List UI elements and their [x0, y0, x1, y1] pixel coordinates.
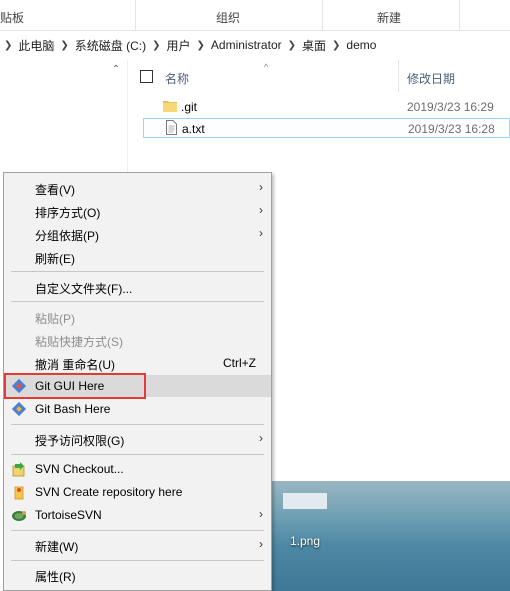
image-thumbnail[interactable] [283, 493, 327, 509]
menu-item-label: Git GUI Here [35, 379, 105, 393]
menu-separator [11, 454, 264, 455]
breadcrumb[interactable]: ❯ 此电脑 ❯ 系统磁盘 (C:) ❯ 用户 ❯ Administrator ❯… [0, 33, 510, 57]
menu-item-sort-by[interactable]: 排序方式(O) › [4, 200, 271, 222]
menu-item-label: SVN Checkout... [35, 462, 124, 476]
menu-item-properties[interactable]: 属性(R) [4, 564, 271, 586]
menu-item-give-access[interactable]: 授予访问权限(G) › [4, 428, 271, 450]
menu-item-label: 撤消 重命名(U) [35, 358, 115, 372]
menu-item-paste-shortcut[interactable]: 粘贴快捷方式(S) [4, 329, 271, 351]
menu-item-paste[interactable]: 粘贴(P) [4, 306, 271, 328]
column-header-date-modified[interactable]: 修改日期 [407, 70, 455, 87]
file-date-modified: 2019/3/23 16:28 [408, 122, 495, 136]
file-name: .git [181, 100, 198, 114]
menu-item-label: 粘贴(P) [35, 312, 75, 326]
ribbon-divider [322, 0, 323, 30]
menu-item-label: 分组依据(P) [35, 229, 99, 243]
submenu-arrow-icon: › [259, 180, 263, 194]
breadcrumb-users[interactable]: 用户 [167, 37, 191, 54]
menu-item-group-by[interactable]: 分组依据(P) › [4, 223, 271, 245]
nav-pane-divider [127, 60, 128, 180]
menu-item-label: 自定义文件夹(F)... [35, 282, 133, 296]
menu-item-label: 粘贴快捷方式(S) [35, 335, 123, 349]
menu-separator [11, 301, 264, 302]
chevron-right-icon[interactable]: ❯ [4, 40, 12, 51]
sort-ascending-icon: ^ [264, 62, 269, 72]
svn-create-repo-icon [14, 486, 24, 500]
submenu-arrow-icon: › [259, 537, 263, 551]
chevron-right-icon[interactable]: ❯ [332, 40, 340, 51]
tortoisesvn-icon [12, 511, 26, 521]
menu-item-tortoisesvn[interactable]: TortoiseSVN › [4, 504, 271, 526]
ribbon-group-organize: 组织 [216, 11, 241, 25]
menu-item-label: 新建(W) [35, 540, 79, 554]
breadcrumb-desktop[interactable]: 桌面 [302, 37, 326, 54]
chevron-right-icon[interactable]: ❯ [60, 40, 68, 51]
menu-item-label: SVN Create repository here [35, 485, 183, 499]
desktop-file-label[interactable]: 1.png [290, 534, 320, 548]
breadcrumb-system-disk[interactable]: 系统磁盘 (C:) [75, 37, 146, 54]
chevron-right-icon[interactable]: ❯ [197, 40, 205, 51]
submenu-arrow-icon: › [259, 226, 263, 240]
file-row-git[interactable]: .git 2019/3/23 16:29 [143, 97, 510, 117]
folder-icon [163, 101, 177, 112]
text-file-icon [166, 120, 177, 135]
chevron-right-icon[interactable]: ❯ [288, 40, 296, 51]
menu-item-undo-rename[interactable]: 撤消 重命名(U) Ctrl+Z [4, 352, 271, 374]
menu-item-customize-folder[interactable]: 自定义文件夹(F)... [4, 276, 271, 298]
submenu-arrow-icon: › [259, 203, 263, 217]
menu-item-svn-checkout[interactable]: SVN Checkout... [4, 458, 271, 480]
menu-item-label: 授予访问权限(G) [35, 434, 125, 448]
submenu-arrow-icon: › [259, 431, 263, 445]
ribbon-divider [135, 0, 136, 30]
menu-item-label: 刷新(E) [35, 252, 75, 266]
submenu-arrow-icon: › [259, 507, 263, 521]
scroll-up-arrow-icon[interactable]: ⌃ [110, 64, 122, 78]
menu-separator [11, 271, 264, 272]
file-date-modified: 2019/3/23 16:29 [407, 100, 494, 114]
menu-item-new[interactable]: 新建(W) › [4, 534, 271, 556]
ribbon-group-clipboard: 贴板 [0, 11, 25, 25]
menu-item-label: Git Bash Here [35, 402, 111, 416]
menu-item-svn-create-repository[interactable]: SVN Create repository here [4, 481, 271, 503]
ribbon-group-new: 新建 [377, 11, 402, 25]
menu-item-label: TortoiseSVN [35, 508, 102, 522]
chevron-right-icon[interactable]: ❯ [152, 40, 160, 51]
git-gui-icon [11, 378, 27, 394]
menu-item-refresh[interactable]: 刷新(E) [4, 246, 271, 268]
menu-item-git-gui-here[interactable]: Git GUI Here [4, 375, 271, 397]
menu-item-label: 排序方式(O) [35, 206, 101, 220]
menu-item-label: 查看(V) [35, 183, 75, 197]
menu-item-view[interactable]: 查看(V) › [4, 177, 271, 199]
breadcrumb-this-pc[interactable]: 此电脑 [18, 37, 54, 54]
column-header-name[interactable]: 名称 [165, 70, 189, 87]
svn-checkout-icon [12, 462, 25, 477]
ribbon-group-labels: 贴板 组织 新建 [0, 0, 510, 31]
menu-item-label: 属性(R) [35, 570, 76, 584]
file-row-a-txt[interactable]: a.txt 2019/3/23 16:28 [143, 118, 510, 138]
menu-item-git-bash-here[interactable]: Git Bash Here [4, 398, 271, 420]
ribbon-divider [459, 0, 460, 30]
breadcrumb-administrator[interactable]: Administrator [211, 38, 282, 52]
context-menu: 查看(V) › 排序方式(O) › 分组依据(P) › 刷新(E) 自定义文件夹… [3, 172, 272, 591]
column-resize-handle[interactable] [398, 60, 399, 92]
menu-item-shortcut: Ctrl+Z [223, 356, 256, 370]
file-name: a.txt [182, 122, 205, 136]
git-bash-icon [11, 401, 27, 417]
breadcrumb-demo[interactable]: demo [346, 38, 376, 52]
menu-separator [11, 530, 264, 531]
column-header-row: ^ 名称 修改日期 [130, 60, 510, 92]
menu-separator [11, 560, 264, 561]
select-all-checkbox[interactable] [140, 70, 153, 83]
menu-separator [11, 424, 264, 425]
